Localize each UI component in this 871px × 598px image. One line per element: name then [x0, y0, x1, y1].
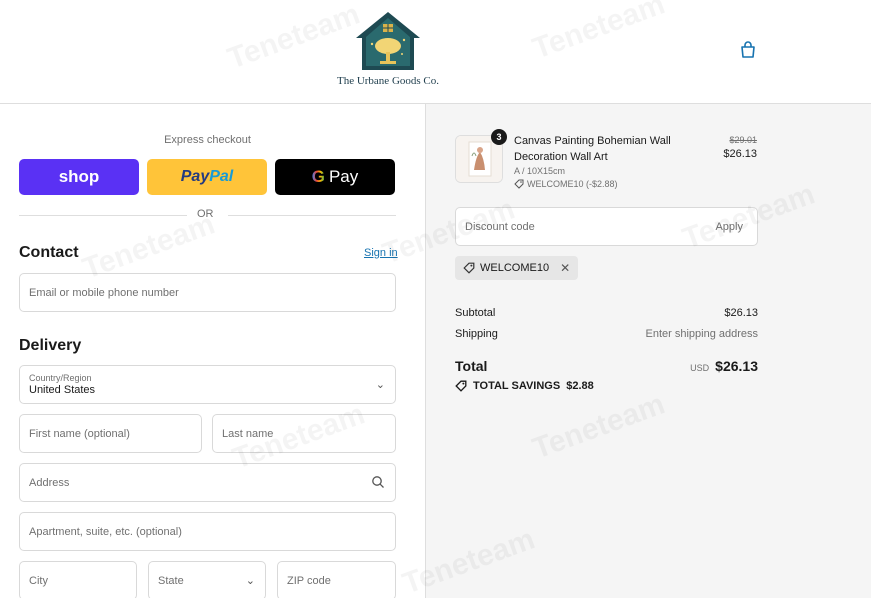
- email-field[interactable]: Email or mobile phone number: [19, 273, 396, 312]
- brand-name: The Urbane Goods Co.: [336, 75, 440, 87]
- zip-field[interactable]: ZIP code: [277, 561, 396, 598]
- brand-logo[interactable]: The Urbane Goods Co.: [332, 10, 444, 90]
- divider-line: [228, 215, 396, 216]
- checkout-form: Express checkout shop Pay Pal G Pay OR Co…: [0, 104, 425, 598]
- total-savings: TOTAL SAVINGS $2.88: [455, 380, 594, 392]
- tag-icon: [514, 179, 524, 189]
- paypal-button[interactable]: Pay Pal: [147, 159, 267, 195]
- remove-discount-icon[interactable]: ✕: [560, 261, 570, 275]
- quantity-badge: 3: [491, 129, 507, 145]
- apartment-placeholder: Apartment, suite, etc. (optional): [29, 526, 182, 538]
- email-placeholder: Email or mobile phone number: [29, 287, 179, 299]
- paypal-label-part2: Pal: [209, 168, 234, 185]
- last-name-field[interactable]: Last name: [212, 414, 396, 453]
- divider-line: [19, 215, 187, 216]
- chevron-down-icon: ⌄: [245, 575, 255, 587]
- chevron-down-icon: ⌄: [375, 379, 385, 391]
- tag-icon: [463, 262, 475, 274]
- address-field[interactable]: Address: [19, 463, 396, 502]
- first-name-field[interactable]: First name (optional): [19, 414, 202, 453]
- apartment-field[interactable]: Apartment, suite, etc. (optional): [19, 512, 396, 551]
- google-pay-button[interactable]: G Pay: [275, 159, 395, 195]
- savings-value: $2.88: [566, 380, 594, 392]
- city-field[interactable]: City: [19, 561, 137, 598]
- delivery-heading: Delivery: [19, 337, 82, 354]
- total-amount: USD $26.13: [690, 358, 758, 374]
- city-placeholder: City: [29, 575, 48, 587]
- subtotal-value: $26.13: [724, 307, 758, 319]
- country-select[interactable]: Country/Region United States ⌄: [19, 365, 396, 404]
- discounted-price: $26.13: [723, 148, 757, 160]
- currency-code: USD: [690, 363, 710, 373]
- order-summary: 3 Canvas Painting Bohemian Wall Decorati…: [425, 104, 871, 598]
- country-value: United States: [29, 384, 96, 396]
- product-variant: A / 10X15cm: [514, 166, 566, 176]
- apply-button[interactable]: Apply: [715, 221, 743, 233]
- applied-discount-tag: WELCOME10 ✕: [455, 256, 579, 280]
- subtotal-label: Subtotal: [455, 307, 496, 319]
- shipping-value: Enter shipping address: [645, 328, 758, 340]
- or-divider: OR: [19, 208, 396, 222]
- state-placeholder: State: [158, 575, 184, 587]
- total-row: Total USD $26.13: [455, 358, 758, 378]
- product-discount-text: WELCOME10 (-$2.88): [527, 179, 618, 189]
- address-placeholder: Address: [29, 477, 70, 489]
- site-header: The Urbane Goods Co.: [0, 0, 871, 104]
- discount-code-field[interactable]: Discount code Apply: [455, 207, 758, 246]
- paypal-label-part1: Pay: [180, 168, 210, 185]
- or-text: OR: [197, 208, 214, 220]
- last-name-placeholder: Last name: [222, 428, 274, 440]
- original-price: $29.01: [729, 135, 757, 145]
- zip-placeholder: ZIP code: [287, 575, 331, 587]
- shipping-label: Shipping: [455, 328, 498, 340]
- tag-icon: [455, 380, 467, 392]
- total-value: $26.13: [715, 358, 758, 374]
- search-icon: [372, 476, 384, 488]
- shop-pay-label: shop: [58, 167, 100, 186]
- product-discount: WELCOME10 (-$2.88): [514, 179, 618, 189]
- savings-label: TOTAL SAVINGS: [473, 380, 561, 392]
- express-checkout-label: Express checkout: [164, 134, 251, 146]
- contact-heading: Contact: [19, 244, 79, 261]
- product-name: Canvas Painting Bohemian Wall Decoration…: [514, 135, 671, 163]
- google-g-icon: G: [311, 167, 325, 186]
- google-pay-label: Pay: [328, 167, 359, 186]
- shopping-bag-icon[interactable]: [738, 40, 758, 60]
- applied-code-text: WELCOME10: [480, 262, 550, 274]
- discount-code-placeholder: Discount code: [465, 221, 535, 233]
- shop-pay-button[interactable]: shop: [19, 159, 139, 195]
- first-name-placeholder: First name (optional): [29, 428, 130, 440]
- total-label: Total: [455, 358, 488, 374]
- country-label: Country/Region: [29, 373, 92, 383]
- state-select[interactable]: State ⌄: [148, 561, 266, 598]
- house-lamp-logo-icon: [356, 12, 420, 70]
- sign-in-link[interactable]: Sign in: [364, 247, 398, 259]
